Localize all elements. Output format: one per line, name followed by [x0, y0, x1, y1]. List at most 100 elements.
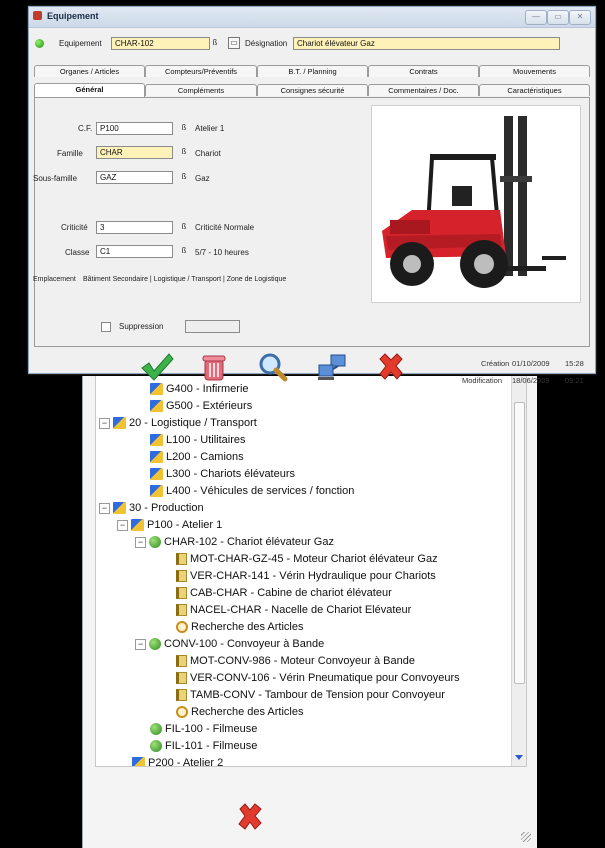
close-tree-button[interactable]	[233, 800, 267, 834]
close-window-button[interactable]: ✕	[569, 10, 591, 25]
tree-item[interactable]: TAMB-CONV - Tambour de Tension pour Conv…	[176, 687, 445, 703]
tree-item[interactable]: Recherche des Articles	[176, 704, 304, 720]
equipement-label: Equipement	[59, 39, 102, 48]
tree-item[interactable]: L200 - Camions	[150, 449, 244, 465]
tree-item[interactable]: Recherche des Articles	[176, 619, 304, 635]
designation-field[interactable]: Chariot élévateur Gaz	[293, 37, 560, 50]
famille-description: Chariot	[195, 149, 221, 158]
collapse-icon[interactable]: −	[135, 638, 146, 650]
tree-item[interactable]: − P100 - Atelier 1	[117, 517, 222, 533]
tree-item-label: CONV-100 - Convoyeur à Bande	[164, 638, 325, 650]
site-icon	[150, 434, 163, 447]
suppression-checkbox[interactable]	[101, 322, 111, 332]
equipement-lookup-icon[interactable]: ß	[209, 37, 221, 49]
tree-item[interactable]: VER-CONV-106 - Vérin Pneumatique pour Co…	[176, 670, 460, 686]
famille-field[interactable]: CHAR	[96, 146, 173, 159]
tree-item-label: MOT-CHAR-GZ-45 - Moteur Chariot élévateu…	[190, 553, 438, 565]
famille-lookup-icon[interactable]: ß	[178, 146, 190, 158]
search-button[interactable]	[254, 351, 292, 383]
equipement-field[interactable]: CHAR-102	[111, 37, 210, 50]
scrollbar-thumb[interactable]	[514, 402, 525, 684]
equipement-detail-icon[interactable]: ▭	[228, 37, 240, 49]
tree-item[interactable]: L100 - Utilitaires	[150, 432, 245, 448]
site-icon	[132, 757, 145, 766]
tree-item-label: CHAR-102 - Chariot élévateur Gaz	[164, 536, 334, 548]
tree-item-label: 20 - Logistique / Transport	[129, 417, 257, 429]
tree-item[interactable]: MOT-CONV-986 - Moteur Convoyeur à Bande	[176, 653, 415, 669]
sousfamille-lookup-icon[interactable]: ß	[178, 171, 190, 183]
article-icon	[176, 672, 187, 685]
tree-item-label: L400 - Véhicules de services / fonction	[166, 485, 355, 497]
validate-button[interactable]	[137, 351, 175, 383]
tree-item[interactable]: G400 - Infirmerie	[150, 381, 249, 397]
criticite-lookup-icon[interactable]: ß	[178, 221, 190, 233]
cf-description: Atelier 1	[195, 124, 225, 133]
tree-item-label: NACEL-CHAR - Nacelle de Chariot Elévateu…	[190, 604, 412, 616]
tab-top-0[interactable]: Organes / Articles	[34, 65, 145, 77]
tree-item-label: Recherche des Articles	[191, 621, 304, 633]
network-button[interactable]	[313, 351, 351, 383]
cancel-button[interactable]	[372, 351, 410, 383]
scroll-down-arrow-icon[interactable]	[515, 755, 523, 760]
resize-grip-icon[interactable]	[521, 832, 531, 842]
designation-label: Désignation	[245, 39, 288, 48]
tree-item[interactable]: VER-CHAR-141 - Vérin Hydraulique pour Ch…	[176, 568, 436, 584]
tab-bottom-0[interactable]: Général	[34, 83, 145, 97]
sousfamille-field[interactable]: GAZ	[96, 171, 173, 184]
site-icon	[113, 502, 126, 515]
maximize-button[interactable]: ▭	[547, 10, 569, 25]
article-icon	[176, 655, 187, 668]
site-icon	[150, 400, 163, 413]
collapse-icon[interactable]: −	[117, 519, 128, 531]
tab-top-3[interactable]: Contrats	[368, 65, 479, 77]
tree-item[interactable]: − 30 - Production	[99, 500, 204, 516]
criticite-label: Criticité	[61, 223, 88, 232]
tree-item[interactable]: G500 - Extérieurs	[150, 398, 252, 414]
tree-item-label: 30 - Production	[129, 502, 204, 514]
tree-item-label: CAB-CHAR - Cabine de chariot élévateur	[190, 587, 392, 599]
tree-item[interactable]: − CONV-100 - Convoyeur à Bande	[135, 636, 324, 652]
classe-label: Classe	[65, 248, 90, 257]
tree-item-label: MOT-CONV-986 - Moteur Convoyeur à Bande	[190, 655, 415, 667]
cf-field[interactable]: P100	[96, 122, 173, 135]
title-bar[interactable]: Equipement — ▭ ✕	[29, 7, 595, 28]
equipment-icon	[149, 638, 161, 651]
creation-time: 15:28	[565, 359, 584, 368]
delete-button[interactable]	[195, 351, 233, 383]
tree-item[interactable]: − 20 - Logistique / Transport	[99, 415, 257, 431]
tree-view[interactable]: G400 - Infirmerie G500 - Extérieurs − 20 - …	[95, 376, 527, 767]
cf-lookup-icon[interactable]: ß	[178, 122, 190, 134]
article-icon	[176, 689, 187, 702]
criticite-description: Criticité Normale	[195, 223, 255, 232]
tree-item[interactable]: FIL-101 - Filmeuse	[150, 738, 257, 754]
tree-item-label: VER-CONV-106 - Vérin Pneumatique pour Co…	[190, 672, 460, 684]
tree-item[interactable]: FIL-100 - Filmeuse	[150, 721, 257, 737]
collapse-icon[interactable]: −	[99, 502, 110, 514]
tab-bottom-3[interactable]: Commentaires / Doc.	[368, 84, 479, 96]
tab-bottom-2[interactable]: Consignes sécurité	[257, 84, 368, 96]
tree-scrollbar[interactable]	[511, 376, 526, 766]
tab-bottom-1[interactable]: Compléments	[145, 84, 257, 96]
tree-item[interactable]: CAB-CHAR - Cabine de chariot élévateur	[176, 585, 392, 601]
tree-item[interactable]: NACEL-CHAR - Nacelle de Chariot Elévateu…	[176, 602, 411, 618]
criticite-field[interactable]: 3	[96, 221, 173, 234]
general-tab-panel: C.F. P100 ß Atelier 1 Famille CHAR ß Cha…	[33, 97, 590, 347]
tree-item[interactable]: L300 - Chariots élévateurs	[150, 466, 295, 482]
classe-lookup-icon[interactable]: ß	[178, 245, 190, 257]
collapse-icon[interactable]: −	[99, 417, 110, 429]
tree-item[interactable]: − CHAR-102 - Chariot élévateur Gaz	[135, 534, 334, 550]
tree-item[interactable]: L400 - Véhicules de services / fonction	[150, 483, 354, 499]
tab-top-1[interactable]: Compteurs/Préventifs	[145, 65, 257, 77]
creation-date: 01/10/2009	[512, 359, 550, 368]
tree-item[interactable]: MOT-CHAR-GZ-45 - Moteur Chariot élévateu…	[176, 551, 438, 567]
equipment-photo	[371, 105, 581, 303]
tab-top-4[interactable]: Mouvements	[479, 65, 590, 77]
collapse-icon[interactable]: −	[135, 536, 146, 548]
tab-top-2[interactable]: B.T. / Planning	[257, 65, 368, 77]
tree-item[interactable]: P200 - Atelier 2	[132, 755, 223, 766]
tab-bottom-4[interactable]: Caractéristiques	[479, 84, 590, 96]
classe-description: 5/7 - 10 heures	[195, 248, 249, 257]
suppression-date-field[interactable]	[185, 320, 240, 333]
minimize-button[interactable]: —	[525, 10, 547, 25]
classe-field[interactable]: C1	[96, 245, 173, 258]
